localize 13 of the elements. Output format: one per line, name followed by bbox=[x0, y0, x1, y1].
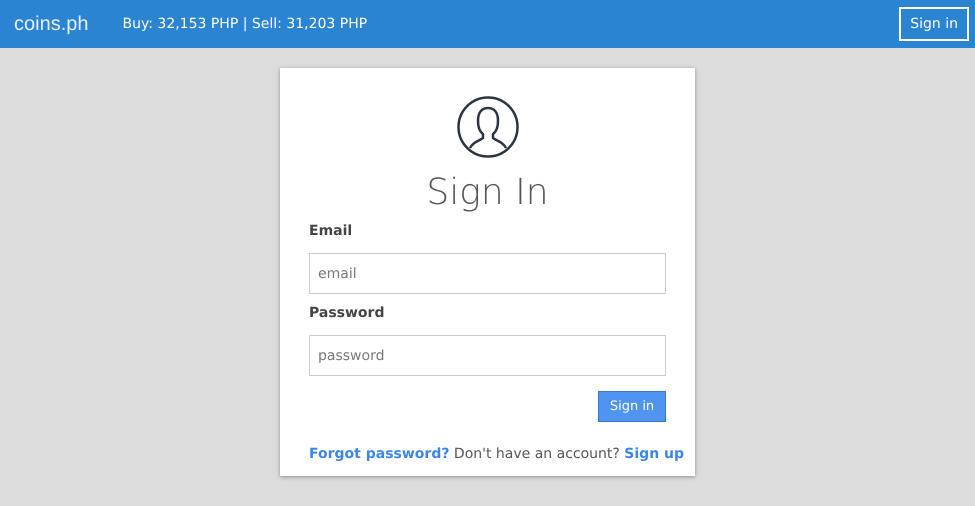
sign-up-link[interactable]: Sign up bbox=[624, 446, 684, 462]
form-title: Sign In bbox=[425, 172, 550, 213]
user-avatar-icon bbox=[456, 96, 518, 158]
submit-button[interactable]: Sign in bbox=[598, 391, 666, 422]
field-label: Email bbox=[309, 223, 352, 239]
field-label: Password bbox=[309, 305, 384, 321]
forgot-password-link[interactable]: Forgot password? bbox=[309, 446, 450, 462]
input-field[interactable]: email bbox=[309, 253, 666, 294]
signup-prompt: Don't have an account? bbox=[454, 446, 620, 462]
sign-in-button[interactable]: Sign in bbox=[899, 7, 969, 41]
logo[interactable]: coins.ph bbox=[14, 12, 88, 36]
exchange-rates: Buy: 32,153 PHP | Sell: 31,203 PHP bbox=[122, 16, 368, 32]
input-field[interactable]: password bbox=[309, 335, 666, 376]
